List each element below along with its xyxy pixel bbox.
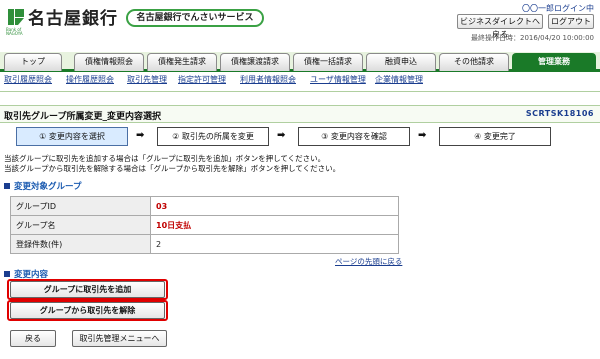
step-confirm-change: ③ 変更内容を確認: [298, 127, 410, 146]
section-bullet-icon: [4, 183, 10, 189]
tab-bulk-request[interactable]: 債権一括請求: [293, 53, 363, 71]
bank-name: 名古屋銀行: [28, 9, 118, 29]
logged-in-user: 〇〇一郎ログイン中: [522, 4, 594, 13]
tab-loan-application[interactable]: 融資申込: [366, 53, 436, 71]
remove-partner-from-group-button[interactable]: グループから取引先を解除: [10, 302, 165, 319]
instruction-remove: 当該グループから取引先を解除する場合は「グループから取引先を解除」ボタンを押して…: [4, 164, 341, 173]
step-select-change: ① 変更内容を選択: [16, 127, 128, 146]
subnav-company-info-management[interactable]: 企業情報管理: [375, 74, 423, 85]
tab-claim-inquiry[interactable]: 債権情報照会: [74, 53, 144, 71]
partner-menu-button[interactable]: 取引先管理メニューへ: [72, 330, 167, 347]
step-arrow-icon: ➡: [136, 130, 145, 141]
tab-claim-issue[interactable]: 債権発生請求: [147, 53, 217, 71]
bank-english-name: Bank of NAGOYA: [6, 28, 23, 36]
bank-sub-line2: NAGOYA: [6, 31, 23, 36]
table-row: グループ名 10日支払: [10, 215, 399, 235]
logout-button[interactable]: ログアウト: [548, 14, 594, 29]
group-id-label: グループID: [10, 196, 151, 216]
group-id-value: 03: [150, 196, 399, 216]
last-operation-time: 最終操作日時：2016/04/20 10:00:00: [470, 34, 594, 42]
subnav-user-info-management[interactable]: ユーザ情報管理: [310, 74, 366, 85]
title-bottom-divider: [0, 122, 600, 123]
subnav-user-info-inquiry[interactable]: 利用者情報照会: [240, 74, 296, 85]
group-section-title-text: 変更対象グループ: [14, 182, 82, 192]
table-row: グループID 03: [10, 196, 399, 216]
group-section-title: 変更対象グループ: [4, 180, 82, 192]
tab-claim-transfer[interactable]: 債権譲渡請求: [220, 53, 290, 71]
subnav-divider: [0, 91, 600, 92]
tab-other-request[interactable]: その他請求: [439, 53, 509, 71]
group-info-table: グループID 03 グループ名 10日支払 登録件数(件) 2: [10, 196, 399, 254]
subnav-permission-management[interactable]: 指定許可管理: [178, 74, 226, 85]
step-complete: ④ 変更完了: [439, 127, 551, 146]
service-name-badge: 名古屋銀行でんさいサービス: [126, 9, 264, 27]
table-row: 登録件数(件) 2: [10, 234, 399, 254]
title-top-divider: [0, 105, 600, 106]
step-arrow-icon: ➡: [418, 130, 427, 141]
subnav-operation-history[interactable]: 操作履歴照会: [66, 74, 114, 85]
add-partner-to-group-button[interactable]: グループに取引先を追加: [10, 281, 165, 298]
group-name-value: 10日支払: [150, 215, 399, 235]
business-direct-button[interactable]: ビジネスダイレクトへ戻る: [457, 14, 543, 39]
tab-top[interactable]: トップ: [4, 53, 62, 71]
screen-id: SCRTSK18106: [525, 109, 594, 118]
registered-count-label: 登録件数(件): [10, 234, 151, 254]
bank-logo-icon: [6, 6, 26, 28]
page-title: 取引先グループ所属変更_変更内容選択: [4, 112, 161, 122]
group-name-label: グループ名: [10, 215, 151, 235]
tab-admin[interactable]: 管理業務: [512, 53, 596, 71]
step-change-partner: ② 取引先の所属を変更: [157, 127, 269, 146]
registered-count-value: 2: [150, 234, 399, 254]
step-arrow-icon: ➡: [277, 130, 286, 141]
back-button[interactable]: 戻る: [10, 330, 56, 347]
section-bullet-icon: [4, 271, 10, 277]
subnav-transaction-history[interactable]: 取引履歴照会: [4, 74, 52, 85]
subnav-partner-management[interactable]: 取引先管理: [127, 74, 167, 85]
page-top-link[interactable]: ページの先頭に戻る: [335, 256, 402, 267]
